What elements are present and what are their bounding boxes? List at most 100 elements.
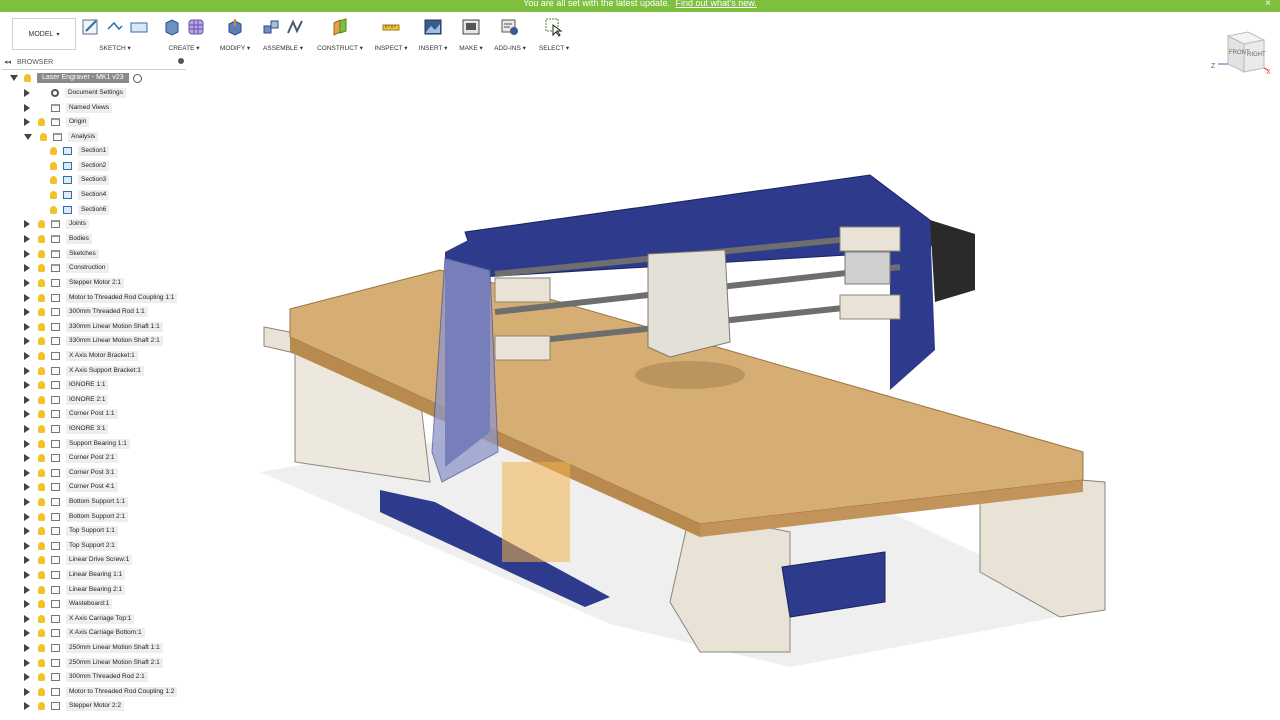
expand-arrow-icon[interactable] <box>24 658 30 667</box>
visibility-bulb-icon[interactable] <box>38 672 45 681</box>
visibility-bulb-icon[interactable] <box>38 658 45 667</box>
tree-item-component[interactable]: 330mm Linear Motion Shaft 2:1 <box>24 334 163 347</box>
rod-end-block[interactable] <box>839 226 901 252</box>
expand-arrow-icon[interactable] <box>24 219 30 228</box>
rod-end-block[interactable] <box>839 294 901 320</box>
visibility-bulb-icon[interactable] <box>38 380 45 389</box>
tree-item-section1[interactable]: Section1 <box>50 144 110 157</box>
tree-item-component[interactable]: 250mm Linear Motion Shaft 1:1 <box>24 641 163 654</box>
tree-item-component[interactable]: X Axis Motor Bracket:1 <box>24 349 138 362</box>
expand-arrow-icon[interactable] <box>24 336 30 345</box>
expand-arrow-icon[interactable] <box>24 643 30 652</box>
tree-item-component[interactable]: Stepper Motor 2:1 <box>24 276 125 289</box>
visibility-bulb-icon[interactable] <box>38 249 45 258</box>
expand-arrow-icon[interactable] <box>24 380 30 389</box>
visibility-bulb-icon[interactable] <box>38 424 45 433</box>
expand-arrow-icon[interactable] <box>24 322 30 331</box>
expand-arrow-icon[interactable] <box>24 293 30 302</box>
tree-item-component[interactable]: X Axis Carriage Top:1 <box>24 612 135 625</box>
expand-arrow-icon[interactable] <box>24 351 30 360</box>
tree-item-section6[interactable]: Section6 <box>50 203 110 216</box>
expand-arrow-icon[interactable] <box>24 701 30 710</box>
expand-arrow-icon[interactable] <box>24 395 30 404</box>
tree-item-component[interactable]: Motor to Threaded Rod Coupling 1:1 <box>24 291 178 304</box>
visibility-bulb-icon[interactable] <box>38 409 45 418</box>
expand-arrow-icon[interactable] <box>24 614 30 623</box>
expand-arrow-icon[interactable] <box>24 366 30 375</box>
activate-target-icon[interactable] <box>132 73 142 83</box>
expand-arrow-icon[interactable] <box>24 88 30 97</box>
expand-arrow-icon[interactable] <box>24 117 30 126</box>
tree-item-component[interactable]: Motor to Threaded Rod Coupling 1:2 <box>24 685 178 698</box>
visibility-bulb-icon[interactable] <box>50 190 57 199</box>
tree-item-component[interactable]: Top Support 1:1 <box>24 524 118 537</box>
tree-item-component[interactable]: IGNORE 1:1 <box>24 378 109 391</box>
visibility-bulb-icon[interactable] <box>38 278 45 287</box>
tree-item-component[interactable]: X Axis Carriage Bottom:1 <box>24 626 145 639</box>
expand-arrow-icon[interactable] <box>24 512 30 521</box>
highlighted-bracket[interactable] <box>502 462 570 562</box>
expand-arrow-icon[interactable] <box>24 526 30 535</box>
visibility-bulb-icon[interactable] <box>38 482 45 491</box>
visibility-bulb-icon[interactable] <box>38 526 45 535</box>
tree-item-section2[interactable]: Section2 <box>50 159 110 172</box>
root-component[interactable]: Laser Engraver - MK1 v23 <box>10 73 180 83</box>
tree-item-component[interactable]: Corner Post 1:1 <box>24 407 118 420</box>
tree-item-component[interactable]: Support Bearing 1:1 <box>24 437 130 450</box>
expand-arrow-icon[interactable] <box>24 570 30 579</box>
expand-arrow-icon[interactable] <box>24 687 30 696</box>
expand-arrow-icon[interactable] <box>24 263 30 272</box>
visibility-bulb-icon[interactable] <box>38 497 45 506</box>
visibility-bulb-icon[interactable] <box>38 322 45 331</box>
expand-arrow-icon[interactable] <box>24 103 30 112</box>
extrude-icon[interactable] <box>162 17 182 37</box>
pin-icon[interactable] <box>178 58 184 64</box>
expand-arrow-icon[interactable] <box>24 424 30 433</box>
visibility-bulb-icon[interactable] <box>38 628 45 637</box>
tree-item-joints[interactable]: Joints <box>24 217 89 230</box>
rod-end-block[interactable] <box>494 335 551 361</box>
tree-item-component[interactable]: Stepper Motor 2:2 <box>24 699 125 712</box>
expand-arrow-icon[interactable] <box>24 672 30 681</box>
tree-item-named-views[interactable]: Named Views <box>24 101 112 114</box>
visibility-bulb-icon[interactable] <box>38 643 45 652</box>
tree-item-origin[interactable]: Origin <box>24 115 90 128</box>
workspace-selector[interactable]: MODEL ▾ <box>12 18 76 50</box>
expand-arrow-icon[interactable] <box>24 541 30 550</box>
expand-arrow-icon[interactable] <box>10 75 18 81</box>
visibility-bulb-icon[interactable] <box>38 336 45 345</box>
expand-arrow-icon[interactable] <box>24 439 30 448</box>
visibility-bulb-icon[interactable] <box>24 74 31 82</box>
visibility-bulb-icon[interactable] <box>50 146 57 155</box>
visibility-bulb-icon[interactable] <box>38 599 45 608</box>
visibility-bulb-icon[interactable] <box>38 555 45 564</box>
model-viewport[interactable] <box>190 12 1280 720</box>
tree-item-analysis[interactable]: Analysis <box>24 130 99 143</box>
rod-coupling[interactable] <box>844 251 891 285</box>
whats-new-link[interactable]: Find out what's new. <box>676 0 757 8</box>
expand-arrow-icon[interactable] <box>24 409 30 418</box>
expand-arrow-icon[interactable] <box>24 249 30 258</box>
visibility-bulb-icon[interactable] <box>38 541 45 550</box>
expand-arrow-icon[interactable] <box>24 599 30 608</box>
view-cube[interactable]: FRONT RIGHT Z X <box>1206 28 1272 82</box>
visibility-bulb-icon[interactable] <box>50 205 57 214</box>
x-axis-carriage[interactable] <box>647 249 731 358</box>
visibility-bulb-icon[interactable] <box>38 263 45 272</box>
tree-item-component[interactable]: Linear Bearing 1:1 <box>24 568 126 581</box>
tree-item-component[interactable]: Linear Bearing 2:1 <box>24 583 126 596</box>
visibility-bulb-icon[interactable] <box>50 175 57 184</box>
tree-item-component[interactable]: Bottom Support 1:1 <box>24 495 129 508</box>
create-sketch-icon[interactable] <box>81 17 101 37</box>
tree-item-component[interactable]: IGNORE 3:1 <box>24 422 109 435</box>
tree-item-component[interactable]: Linear Drive Screw:1 <box>24 553 133 566</box>
tree-item-component[interactable]: 300mm Threaded Rod 1:1 <box>24 305 148 318</box>
visibility-bulb-icon[interactable] <box>40 132 47 141</box>
visibility-bulb-icon[interactable] <box>38 585 45 594</box>
tree-item-component[interactable]: IGNORE 2:1 <box>24 393 109 406</box>
sketch-group[interactable]: SKETCH ▾ <box>80 15 150 53</box>
visibility-bulb-icon[interactable] <box>38 351 45 360</box>
visibility-bulb-icon[interactable] <box>38 453 45 462</box>
expand-arrow-icon[interactable] <box>24 482 30 491</box>
visibility-bulb-icon[interactable] <box>38 614 45 623</box>
